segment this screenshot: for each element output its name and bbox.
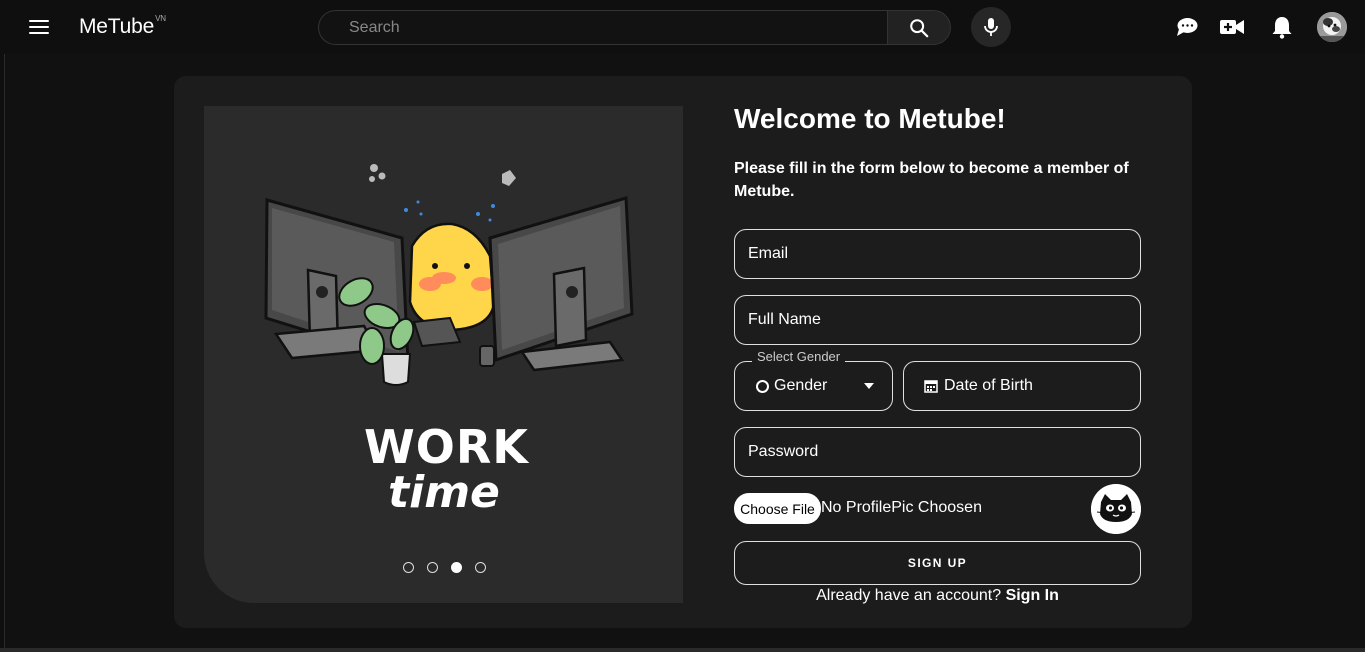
slider-dots [403,562,486,573]
cat-icon [1091,484,1141,534]
password-field[interactable]: Password [734,427,1141,477]
email-field[interactable]: Email [734,229,1141,279]
file-status: No ProfilePic Choosen [821,499,982,516]
logo-text: MeTube [79,15,155,38]
gender-select[interactable]: Gender [734,361,893,411]
chat-icon [1177,18,1198,36]
top-header: MeTubeVN [0,0,1365,54]
user-avatar[interactable] [1317,12,1347,42]
radio-icon [756,379,769,393]
email-label: Email [748,245,789,262]
signin-link[interactable]: Sign In [1006,587,1059,604]
search-bar [318,10,951,45]
gender-legend: Select Gender [752,349,846,364]
signup-button[interactable]: SIGN UP [734,541,1141,585]
caption-line-1: WORK [364,420,529,474]
menu-icon[interactable] [24,14,54,40]
gender-value: Gender [774,377,828,394]
chevron-down-icon [864,383,874,389]
create-video-button[interactable] [1218,13,1246,41]
search-icon [910,18,929,37]
mic-icon [984,18,998,36]
dob-label: Date of Birth [944,377,1033,394]
password-label: Password [748,443,819,460]
video-add-icon [1220,20,1244,34]
slide-dot-2[interactable] [427,562,438,573]
work-illustration [264,164,634,386]
dob-field[interactable]: Date of Birth [903,361,1141,411]
profile-pic-preview [1091,484,1141,534]
window-bottom-edge [0,648,1365,652]
slide-dot-4[interactable] [475,562,486,573]
logo[interactable]: MeTubeVN [79,14,166,39]
fullname-label: Full Name [748,311,821,328]
search-button[interactable] [887,10,951,45]
signin-row: Already have an account? Sign In [734,587,1141,605]
slide-dot-3[interactable] [451,562,462,573]
form-subtitle: Please fill in the form below to become … [734,160,1129,200]
avatar-image [1317,12,1347,42]
notifications-button[interactable] [1268,13,1296,41]
slide-dot-1[interactable] [403,562,414,573]
form-title: Welcome to Metube! [734,103,1006,134]
bell-icon [1272,17,1292,39]
signin-prompt: Already have an account? [816,587,1002,604]
voice-search-button[interactable] [971,7,1011,47]
illustration-caption: WORK time [364,420,529,518]
chat-button[interactable] [1173,13,1201,41]
illustration-slider: WORK time [204,106,683,603]
search-input[interactable] [318,10,888,45]
fullname-field[interactable]: Full Name [734,295,1141,345]
caption-line-2: time [388,467,500,518]
calendar-icon [924,380,938,393]
choose-file-button[interactable]: Choose File [734,493,821,524]
logo-region: VN [155,14,166,23]
